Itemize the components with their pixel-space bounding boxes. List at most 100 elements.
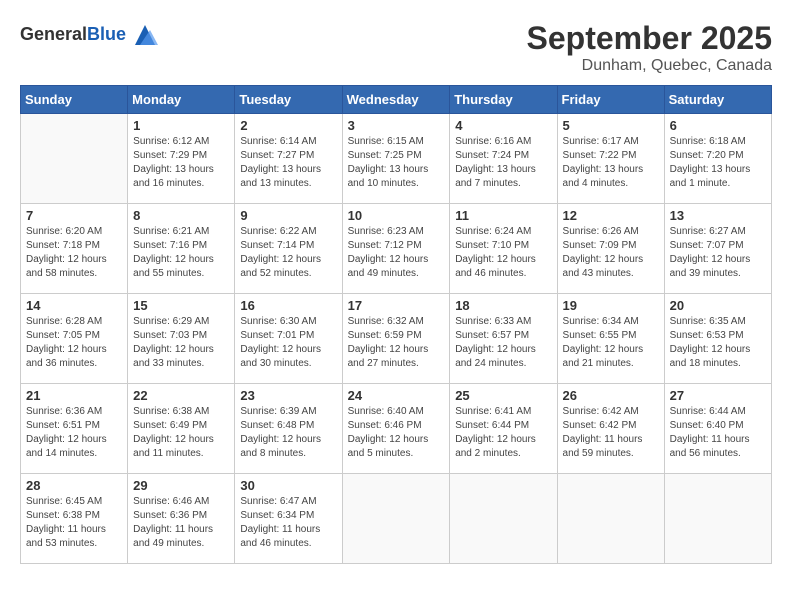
day-number: 11 [455,208,551,223]
day-number: 22 [133,388,229,403]
day-info: Sunrise: 6:14 AMSunset: 7:27 PMDaylight:… [240,135,336,191]
calendar-cell: 17 Sunrise: 6:32 AMSunset: 6:59 PMDayligh… [342,294,450,384]
day-of-week-header: Friday [557,86,664,114]
day-of-week-header: Monday [128,86,235,114]
day-info: Sunrise: 6:26 AMSunset: 7:09 PMDaylight:… [563,225,659,281]
calendar-cell: 25Sunrise: 6:41 AMSunset: 6:44 PMDayligh… [450,384,557,474]
week-row: 28 Sunrise: 6:45 AMSunset: 6:38 PMDayligh… [21,474,772,564]
day-info: Sunrise: 6:27 AMSunset: 7:07 PMDaylight:… [670,225,766,281]
day-info: Sunrise: 6:16 AMSunset: 7:24 PMDaylight:… [455,135,551,191]
calendar-cell: 13 Sunrise: 6:27 AMSunset: 7:07 PMDayligh… [664,204,771,294]
logo: GeneralBlue [20,20,160,50]
calendar-cell: 16 Sunrise: 6:30 AMSunset: 7:01 PMDayligh… [235,294,342,384]
day-info: Sunrise: 6:46 AMSunset: 6:36 PMDaylight:… [133,495,229,551]
day-info: Sunrise: 6:45 AMSunset: 6:38 PMDaylight:… [26,495,122,551]
day-info: Sunrise: 6:35 AMSunset: 6:53 PMDaylight:… [670,315,766,371]
calendar-cell [21,114,128,204]
day-of-week-header: Thursday [450,86,557,114]
day-number: 8 [133,208,229,223]
day-number: 14 [26,298,122,313]
day-number: 27 [670,388,766,403]
calendar-cell [557,474,664,564]
calendar-cell: 14 Sunrise: 6:28 AMSunset: 7:05 PMDayligh… [21,294,128,384]
calendar-cell: 24 Sunrise: 6:40 AMSunset: 6:46 PMDayligh… [342,384,450,474]
calendar-cell: 29Sunrise: 6:46 AMSunset: 6:36 PMDayligh… [128,474,235,564]
week-row: 7 Sunrise: 6:20 AMSunset: 7:18 PMDaylight… [21,204,772,294]
calendar-cell: 7 Sunrise: 6:20 AMSunset: 7:18 PMDaylight… [21,204,128,294]
calendar-cell: 1Sunrise: 6:12 AMSunset: 7:29 PMDaylight… [128,114,235,204]
day-number: 5 [563,118,659,133]
day-number: 4 [455,118,551,133]
day-info: Sunrise: 6:44 AMSunset: 6:40 PMDaylight:… [670,405,766,461]
logo-general-text: General [20,24,87,44]
calendar-cell [342,474,450,564]
day-info: Sunrise: 6:21 AMSunset: 7:16 PMDaylight:… [133,225,229,281]
calendar-cell: 9 Sunrise: 6:22 AMSunset: 7:14 PMDaylight… [235,204,342,294]
day-info: Sunrise: 6:32 AMSunset: 6:59 PMDaylight:… [348,315,445,371]
calendar-table: SundayMondayTuesdayWednesdayThursdayFrid… [20,85,772,564]
day-number: 13 [670,208,766,223]
day-number: 7 [26,208,122,223]
day-number: 16 [240,298,336,313]
day-number: 23 [240,388,336,403]
calendar-cell: 4 Sunrise: 6:16 AMSunset: 7:24 PMDaylight… [450,114,557,204]
day-number: 2 [240,118,336,133]
calendar-cell: 28 Sunrise: 6:45 AMSunset: 6:38 PMDayligh… [21,474,128,564]
day-number: 25 [455,388,551,403]
day-info: Sunrise: 6:20 AMSunset: 7:18 PMDaylight:… [26,225,122,281]
calendar-cell [664,474,771,564]
day-of-week-header: Tuesday [235,86,342,114]
day-of-week-header: Sunday [21,86,128,114]
month-title: September 2025 [527,20,772,57]
calendar-cell: 18Sunrise: 6:33 AMSunset: 6:57 PMDayligh… [450,294,557,384]
day-info: Sunrise: 6:33 AMSunset: 6:57 PMDaylight:… [455,315,551,371]
day-info: Sunrise: 6:40 AMSunset: 6:46 PMDaylight:… [348,405,445,461]
calendar-cell: 22 Sunrise: 6:38 AMSunset: 6:49 PMDayligh… [128,384,235,474]
calendar-header-row: SundayMondayTuesdayWednesdayThursdayFrid… [21,86,772,114]
day-info: Sunrise: 6:30 AMSunset: 7:01 PMDaylight:… [240,315,336,371]
day-number: 26 [563,388,659,403]
day-number: 9 [240,208,336,223]
day-info: Sunrise: 6:15 AMSunset: 7:25 PMDaylight:… [348,135,445,191]
day-number: 19 [563,298,659,313]
calendar-cell: 23 Sunrise: 6:39 AMSunset: 6:48 PMDayligh… [235,384,342,474]
calendar-cell: 3 Sunrise: 6:15 AMSunset: 7:25 PMDaylight… [342,114,450,204]
day-info: Sunrise: 6:29 AMSunset: 7:03 PMDaylight:… [133,315,229,371]
calendar-cell: 21Sunrise: 6:36 AMSunset: 6:51 PMDayligh… [21,384,128,474]
day-number: 30 [240,478,336,493]
calendar-cell: 10Sunrise: 6:23 AMSunset: 7:12 PMDayligh… [342,204,450,294]
page-header: GeneralBlue September 2025 Dunham, Quebe… [20,20,772,75]
location-title: Dunham, Quebec, Canada [527,57,772,75]
calendar-cell: 19Sunrise: 6:34 AMSunset: 6:55 PMDayligh… [557,294,664,384]
day-info: Sunrise: 6:12 AMSunset: 7:29 PMDaylight:… [133,135,229,191]
day-info: Sunrise: 6:24 AMSunset: 7:10 PMDaylight:… [455,225,551,281]
calendar-cell: 11 Sunrise: 6:24 AMSunset: 7:10 PMDayligh… [450,204,557,294]
day-number: 12 [563,208,659,223]
day-number: 15 [133,298,229,313]
day-number: 20 [670,298,766,313]
day-info: Sunrise: 6:39 AMSunset: 6:48 PMDaylight:… [240,405,336,461]
day-info: Sunrise: 6:38 AMSunset: 6:49 PMDaylight:… [133,405,229,461]
logo-icon [130,20,160,50]
calendar-cell: 8 Sunrise: 6:21 AMSunset: 7:16 PMDaylight… [128,204,235,294]
calendar-cell: 6Sunrise: 6:18 AMSunset: 7:20 PMDaylight… [664,114,771,204]
day-info: Sunrise: 6:18 AMSunset: 7:20 PMDaylight:… [670,135,766,191]
day-number: 17 [348,298,445,313]
day-number: 24 [348,388,445,403]
day-of-week-header: Saturday [664,86,771,114]
day-number: 3 [348,118,445,133]
week-row: 14 Sunrise: 6:28 AMSunset: 7:05 PMDayligh… [21,294,772,384]
day-of-week-header: Wednesday [342,86,450,114]
day-number: 10 [348,208,445,223]
calendar-cell: 27 Sunrise: 6:44 AMSunset: 6:40 PMDayligh… [664,384,771,474]
day-info: Sunrise: 6:22 AMSunset: 7:14 PMDaylight:… [240,225,336,281]
day-number: 28 [26,478,122,493]
calendar-cell: 2 Sunrise: 6:14 AMSunset: 7:27 PMDaylight… [235,114,342,204]
calendar-cell: 15 Sunrise: 6:29 AMSunset: 7:03 PMDayligh… [128,294,235,384]
day-info: Sunrise: 6:42 AMSunset: 6:42 PMDaylight:… [563,405,659,461]
day-info: Sunrise: 6:36 AMSunset: 6:51 PMDaylight:… [26,405,122,461]
day-info: Sunrise: 6:17 AMSunset: 7:22 PMDaylight:… [563,135,659,191]
day-info: Sunrise: 6:47 AMSunset: 6:34 PMDaylight:… [240,495,336,551]
day-info: Sunrise: 6:28 AMSunset: 7:05 PMDaylight:… [26,315,122,371]
calendar-cell: 26 Sunrise: 6:42 AMSunset: 6:42 PMDayligh… [557,384,664,474]
